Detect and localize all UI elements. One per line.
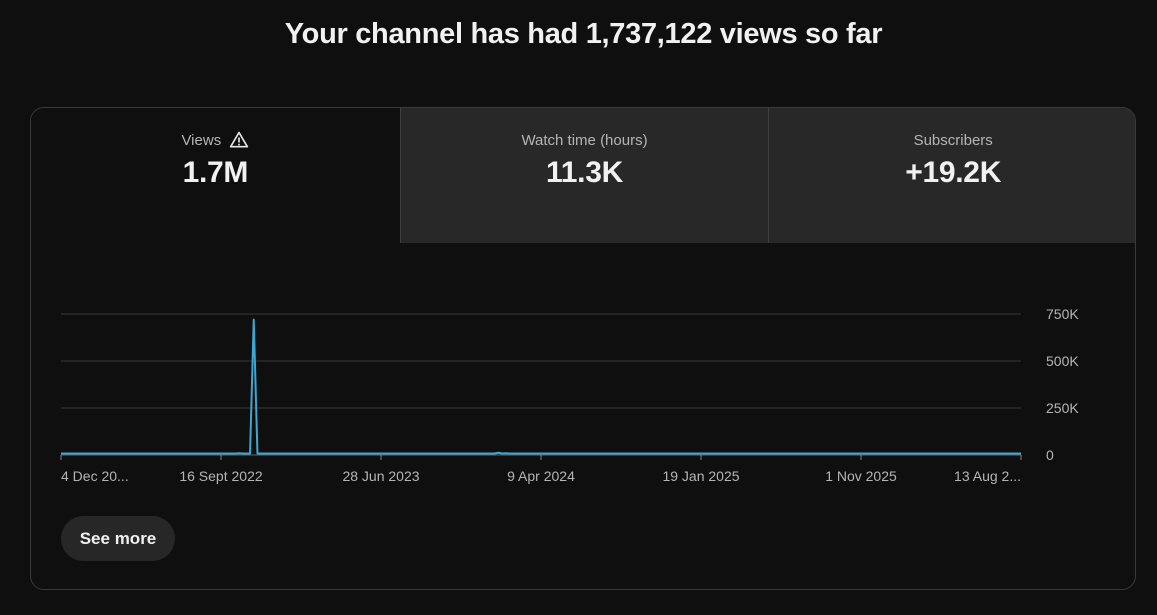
views-chart[interactable]: 750K 500K 250K 0 4 Dec 20... 16 Sept 2022 28 J… — [31, 243, 1135, 503]
views-series-line — [61, 318, 1021, 455]
x-tick-label: 1 Nov 2025 — [825, 468, 897, 484]
warning-icon[interactable] — [229, 130, 249, 150]
tab-watch-time-value: 11.3K — [546, 156, 623, 189]
x-tick-label: 13 Aug 2... — [954, 468, 1021, 484]
tab-subscribers-value: +19.2K — [905, 156, 1002, 189]
views-overview-card: Views 1.7M Watch time (hours) 11.3K Subs… — [30, 107, 1136, 590]
tab-views-value: 1.7M — [182, 156, 249, 189]
tab-subscribers[interactable]: Subscribers +19.2K — [768, 108, 1135, 243]
views-chart-svg: 750K 500K 250K 0 4 Dec 20... 16 Sept 2022 28 J… — [60, 306, 1079, 484]
y-tick-label: 0 — [1046, 447, 1054, 463]
tab-views-label: Views — [181, 131, 222, 149]
tab-subscribers-label: Subscribers — [913, 131, 993, 149]
tab-watch-time[interactable]: Watch time (hours) 11.3K — [399, 108, 769, 243]
y-tick-label: 750K — [1046, 306, 1079, 322]
metric-tabs: Views 1.7M Watch time (hours) 11.3K Subs… — [31, 108, 1135, 243]
y-tick-label: 250K — [1046, 400, 1079, 416]
tab-views[interactable]: Views 1.7M — [31, 108, 400, 243]
see-more-button[interactable]: See more — [61, 516, 175, 561]
page-headline: Your channel has had 1,737,122 views so … — [284, 18, 883, 50]
x-tick-label: 9 Apr 2024 — [507, 468, 575, 484]
tab-watch-time-label: Watch time (hours) — [521, 131, 648, 149]
x-tick-label: 28 Jun 2023 — [342, 468, 419, 484]
x-tick-label: 19 Jan 2025 — [662, 468, 739, 484]
x-tick-label: 16 Sept 2022 — [179, 468, 263, 484]
x-tick-label: 4 Dec 20... — [61, 468, 129, 484]
y-tick-label: 500K — [1046, 353, 1079, 369]
